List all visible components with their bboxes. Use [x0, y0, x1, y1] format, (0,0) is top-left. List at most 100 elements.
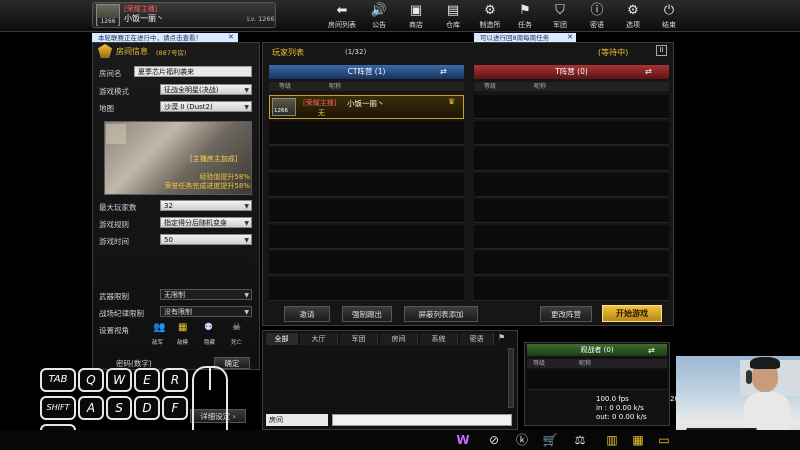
- ct-empty-slot[interactable]: [269, 225, 464, 249]
- chevron-down-icon: ▼: [244, 220, 249, 227]
- nav-notice[interactable]: 🔊 公告: [361, 2, 397, 32]
- t-empty-slot[interactable]: [474, 251, 669, 275]
- chat-tab-all[interactable]: 全部: [266, 333, 298, 345]
- chat-tab-whisper[interactable]: 密语: [460, 333, 494, 345]
- chat-scrollbar[interactable]: [508, 348, 514, 408]
- game-time-dropdown[interactable]: 50 ▼: [160, 234, 252, 245]
- alert-icon: ⓘ: [590, 3, 604, 18]
- ct-team-header[interactable]: CT阵营 (1): [269, 65, 464, 79]
- chat-input[interactable]: [332, 414, 512, 426]
- t-empty-slot[interactable]: [474, 121, 669, 145]
- player-list-title: 玩家列表: [272, 48, 304, 57]
- invite-button[interactable]: 邀请: [284, 306, 330, 322]
- chevron-down-icon: ▼: [244, 237, 249, 244]
- ct-empty-slot[interactable]: [269, 173, 464, 197]
- map-dropdown[interactable]: 沙漠 II (Dust2) ▼: [160, 101, 252, 112]
- spectator-column-header: 等级 昵称: [527, 359, 667, 368]
- game-mode-label: 游戏模式: [99, 87, 129, 96]
- net-in-readout: in : 0 0.00 k/s: [596, 404, 644, 412]
- start-game-button[interactable]: 开始游戏: [602, 305, 662, 322]
- nav-craft[interactable]: ⚙ 制造所: [472, 2, 508, 32]
- chevron-down-icon: ▼: [244, 203, 249, 210]
- card-icon[interactable]: ▭: [656, 432, 672, 448]
- game-mode-dropdown[interactable]: 征战全明星(决战) ▼: [160, 84, 252, 95]
- calendar-icon[interactable]: ▦: [630, 432, 646, 448]
- room-info-title: 房间信息: [116, 47, 148, 56]
- enemy-view-icon[interactable]: 👥: [153, 322, 165, 333]
- info-icon[interactable]: ⓚ: [514, 432, 530, 448]
- bottom-bar: [0, 430, 800, 450]
- game-time-label: 游戏时间: [99, 237, 129, 246]
- headphone-icon: [746, 370, 752, 384]
- max-players-dropdown[interactable]: 32 ▼: [160, 200, 252, 211]
- death-view-icon[interactable]: ☠: [232, 322, 241, 333]
- nav-whisper[interactable]: ⓘ 密语: [579, 2, 615, 32]
- nav-exit[interactable]: ⏻ 结束: [651, 2, 687, 32]
- key-shift: SHIFT: [40, 396, 76, 420]
- map-building-shape: [106, 124, 126, 144]
- chat-tab-room[interactable]: 房间: [380, 333, 418, 345]
- crown-icon: ♛: [448, 97, 456, 106]
- nav-shop[interactable]: ▣ 商店: [398, 2, 434, 32]
- ct-column-header: 等级 昵称: [269, 82, 464, 91]
- t-empty-slot[interactable]: [474, 199, 669, 223]
- change-team-button[interactable]: 更改阵营: [540, 306, 592, 322]
- hidden-view-icon[interactable]: ⚉: [204, 322, 213, 333]
- weapon-logo-icon[interactable]: W: [455, 432, 471, 448]
- chat-channel-select[interactable]: 房间: [266, 414, 328, 426]
- spectator-header[interactable]: 观战者 (0): [527, 344, 667, 356]
- power-icon: ⏻: [663, 3, 675, 18]
- chat-tab-clan[interactable]: 军团: [340, 333, 378, 345]
- kick-button[interactable]: 强制踢出: [342, 306, 392, 322]
- chart-icon[interactable]: ▥: [604, 432, 620, 448]
- ct-empty-slot[interactable]: [269, 121, 464, 145]
- gear-icon: ⚙: [627, 3, 639, 18]
- enemy-model-icon[interactable]: ▦: [178, 322, 187, 333]
- t-column-header: 等级 昵称: [474, 82, 669, 91]
- balance-icon[interactable]: ⚖: [572, 432, 588, 448]
- chat-settings-icon[interactable]: ⚑: [498, 333, 505, 342]
- close-icon[interactable]: ✕: [567, 33, 573, 41]
- chevron-down-icon: ▼: [244, 309, 249, 316]
- room-name-input[interactable]: 夏季芯片福利袭来: [134, 66, 252, 77]
- key-d: D: [134, 396, 160, 420]
- ct-empty-slot[interactable]: [269, 251, 464, 275]
- discipline-limit-dropdown[interactable]: 没有限制 ▼: [160, 306, 252, 317]
- t-empty-slot[interactable]: [474, 173, 669, 197]
- room-number: (887号房): [156, 49, 187, 57]
- ct-empty-slot[interactable]: [269, 199, 464, 223]
- fps-readout: 100.0 fps: [596, 395, 629, 403]
- team-switch-icon[interactable]: ⇄: [645, 67, 652, 76]
- spectator-empty-slot[interactable]: [527, 370, 667, 390]
- map-label: 地图: [99, 104, 114, 113]
- net-out-readout: out: 0 0.00 k/s: [596, 413, 647, 421]
- t-team-header[interactable]: T阵营 (0): [474, 65, 669, 79]
- ct-empty-slot[interactable]: [269, 277, 464, 301]
- nav-clan[interactable]: ⛉ 军团: [542, 2, 578, 32]
- chat-tab-lobby[interactable]: 大厅: [300, 333, 338, 345]
- team-switch-icon[interactable]: ⇄: [440, 67, 447, 76]
- close-icon[interactable]: ✕: [228, 33, 234, 41]
- ct-empty-slot[interactable]: [269, 147, 464, 171]
- nav-inventory[interactable]: ▤ 仓库: [435, 2, 471, 32]
- chat-tab-system[interactable]: 系统: [420, 333, 458, 345]
- streamer-shirt: [744, 392, 790, 432]
- cart-icon[interactable]: 🛒: [542, 432, 558, 448]
- player-count: (1/32): [345, 48, 367, 56]
- nav-mission[interactable]: ⚑ 任务: [507, 2, 543, 32]
- team-switch-icon[interactable]: ⇄: [648, 346, 655, 355]
- compass-icon[interactable]: ⊘: [486, 432, 502, 448]
- block-list-add-button[interactable]: 屏蔽列表添加: [404, 306, 478, 322]
- chevron-down-icon: ▼: [244, 104, 249, 111]
- view-option-1: 敌模: [177, 340, 189, 346]
- pause-icon[interactable]: II: [656, 45, 667, 56]
- t-empty-slot[interactable]: [474, 225, 669, 249]
- t-empty-slot[interactable]: [474, 277, 669, 301]
- t-empty-slot[interactable]: [474, 95, 669, 119]
- weapon-limit-dropdown[interactable]: 无限制 ▼: [160, 289, 252, 300]
- nav-options[interactable]: ⚙ 选项: [615, 2, 651, 32]
- speaker-icon: 🔊: [370, 3, 388, 18]
- nav-room-list[interactable]: ⬅ 房间列表: [324, 2, 360, 32]
- t-empty-slot[interactable]: [474, 147, 669, 171]
- game-rule-dropdown[interactable]: 指定得分后随机变身 ▼: [160, 217, 252, 228]
